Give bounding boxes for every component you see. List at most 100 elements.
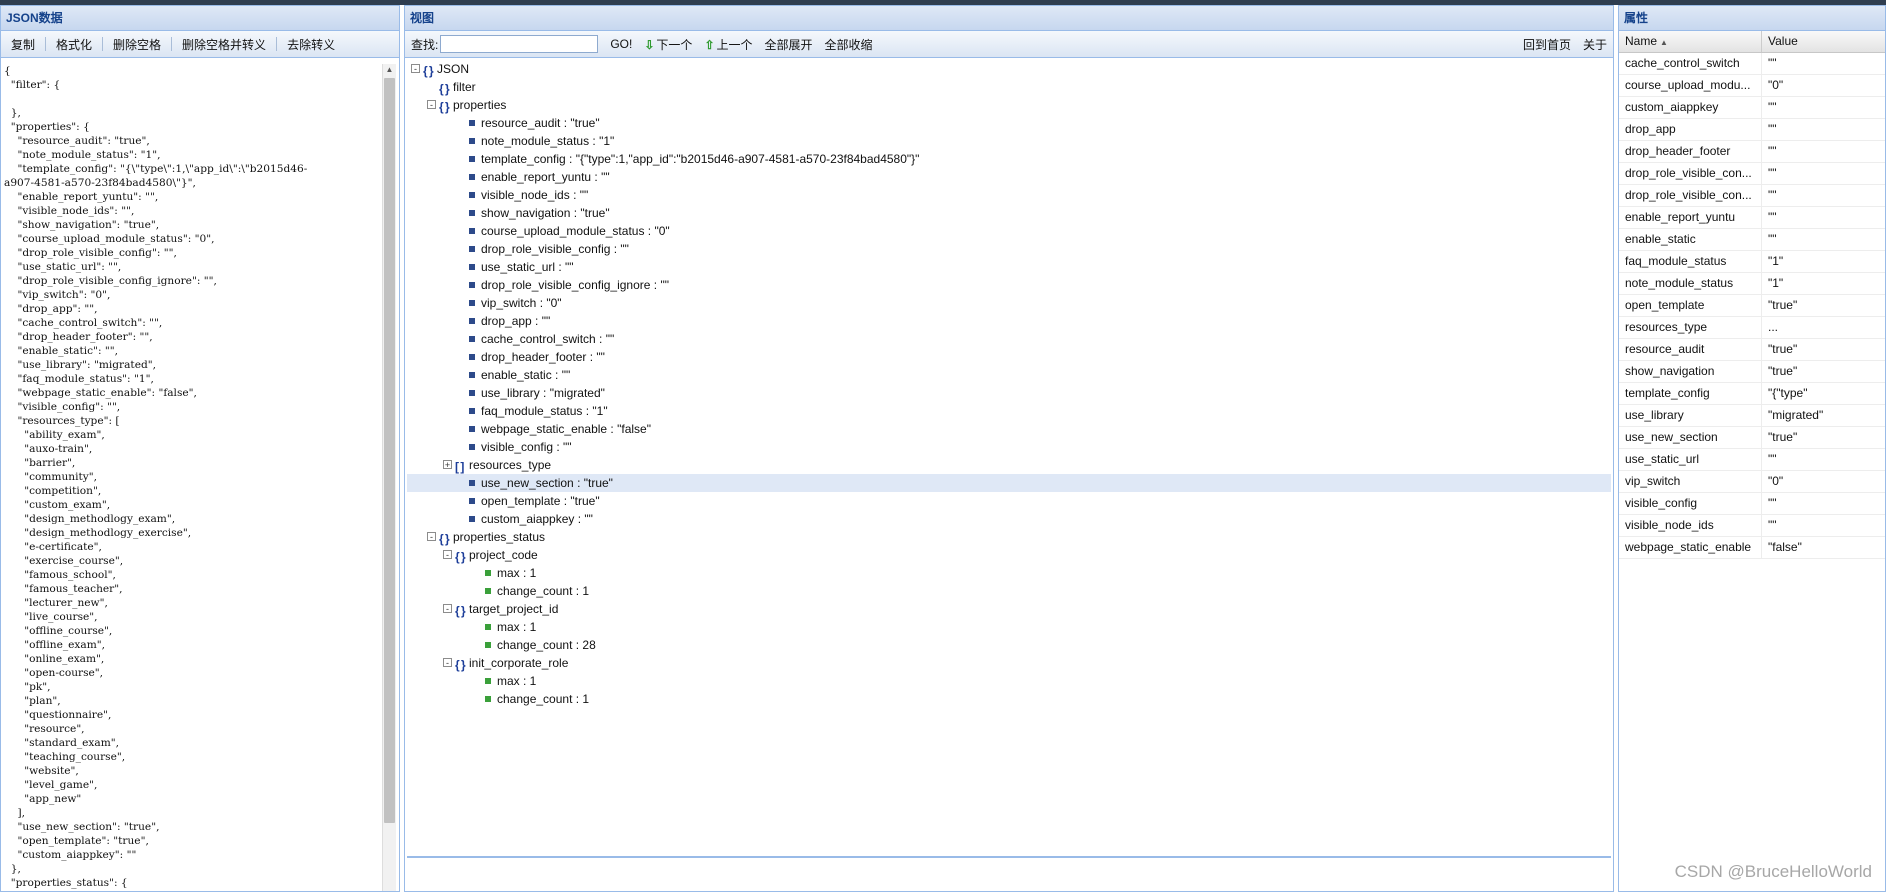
- property-row[interactable]: resources_type...: [1619, 317, 1885, 339]
- tree-leaf-node[interactable]: use_library : "migrated": [407, 384, 1611, 402]
- property-row[interactable]: resource_audit "true": [1619, 339, 1885, 361]
- property-row[interactable]: drop_role_visible_con... "": [1619, 163, 1885, 185]
- json-scrollbar[interactable]: ▲: [382, 64, 396, 891]
- property-row[interactable]: note_module_status "1": [1619, 273, 1885, 295]
- property-row[interactable]: webpage_static_enable "false": [1619, 537, 1885, 559]
- tree-leaf-node[interactable]: vip_switch : "0": [407, 294, 1611, 312]
- property-value[interactable]: "0": [1762, 471, 1783, 492]
- property-row[interactable]: drop_app "": [1619, 119, 1885, 141]
- tree-leaf-node[interactable]: show_navigation : "true": [407, 204, 1611, 222]
- property-row[interactable]: vip_switch "0": [1619, 471, 1885, 493]
- tree-leaf-node[interactable]: change_count : 28: [407, 636, 1611, 654]
- tree-branch-node[interactable]: -{ } init_corporate_role: [407, 654, 1611, 672]
- property-row[interactable]: use_library "migrated": [1619, 405, 1885, 427]
- scrollbar-thumb[interactable]: [384, 78, 395, 823]
- tree-leaf-node[interactable]: drop_header_footer : "": [407, 348, 1611, 366]
- property-value[interactable]: "false": [1762, 537, 1802, 558]
- property-value[interactable]: "{"type": [1762, 383, 1807, 404]
- property-value[interactable]: "true": [1762, 295, 1797, 316]
- property-value[interactable]: "": [1762, 97, 1777, 118]
- tree-leaf-node[interactable]: drop_role_visible_config_ignore : "": [407, 276, 1611, 294]
- property-value[interactable]: "true": [1762, 361, 1797, 382]
- tree-leaf-node[interactable]: template_config : "{"type":1,"app_id":"b…: [407, 150, 1611, 168]
- property-value[interactable]: "": [1762, 229, 1777, 250]
- tree-leaf-node[interactable]: max : 1: [407, 672, 1611, 690]
- tree-leaf-node[interactable]: note_module_status : "1": [407, 132, 1611, 150]
- tree-leaf-node[interactable]: faq_module_status : "1": [407, 402, 1611, 420]
- collapse-icon[interactable]: -: [443, 658, 452, 668]
- tree-leaf-node[interactable]: use_new_section : "true": [407, 474, 1611, 492]
- property-row[interactable]: drop_role_visible_con... "": [1619, 185, 1885, 207]
- collapse-icon[interactable]: -: [427, 100, 436, 110]
- property-row[interactable]: template_config "{"type": [1619, 383, 1885, 405]
- tree-leaf-node[interactable]: course_upload_module_status : "0": [407, 222, 1611, 240]
- property-value[interactable]: "1": [1762, 273, 1783, 294]
- property-value[interactable]: ...: [1762, 317, 1778, 338]
- property-row[interactable]: custom_aiappkey "": [1619, 97, 1885, 119]
- tree-leaf-node[interactable]: webpage_static_enable : "false": [407, 420, 1611, 438]
- property-value[interactable]: "": [1762, 53, 1777, 74]
- tree-leaf-node[interactable]: enable_static : "": [407, 366, 1611, 384]
- collapse-all-button[interactable]: 全部收缩: [819, 36, 879, 53]
- tree-branch-node[interactable]: -{ } project_code: [407, 546, 1611, 564]
- home-button[interactable]: 回到首页: [1517, 36, 1577, 53]
- collapse-icon[interactable]: -: [427, 532, 436, 542]
- property-value[interactable]: "true": [1762, 427, 1797, 448]
- tree-leaf-node[interactable]: resource_audit : "true": [407, 114, 1611, 132]
- value-column-header[interactable]: Value: [1762, 31, 1798, 52]
- format-button[interactable]: 格式化: [50, 36, 98, 53]
- property-row[interactable]: visible_node_ids "": [1619, 515, 1885, 537]
- property-row[interactable]: open_template "true": [1619, 295, 1885, 317]
- tree-leaf-node[interactable]: use_static_url : "": [407, 258, 1611, 276]
- property-value[interactable]: "true": [1762, 339, 1797, 360]
- tree-branch-node[interactable]: -{ } target_project_id: [407, 600, 1611, 618]
- remove-space-escape-button[interactable]: 删除空格并转义: [176, 36, 272, 53]
- property-value[interactable]: "": [1762, 163, 1777, 184]
- property-row[interactable]: use_static_url "": [1619, 449, 1885, 471]
- property-row[interactable]: drop_header_footer "": [1619, 141, 1885, 163]
- property-value[interactable]: "": [1762, 515, 1777, 536]
- property-value[interactable]: "": [1762, 449, 1777, 470]
- tree-leaf-node[interactable]: change_count : 1: [407, 582, 1611, 600]
- tree-leaf-node[interactable]: cache_control_switch : "": [407, 330, 1611, 348]
- tree-leaf-node[interactable]: enable_report_yuntu : "": [407, 168, 1611, 186]
- tree-leaf-node[interactable]: visible_config : "": [407, 438, 1611, 456]
- property-value[interactable]: "": [1762, 185, 1777, 206]
- tree-branch-node[interactable]: { } filter: [407, 78, 1611, 96]
- property-row[interactable]: enable_report_yuntu "": [1619, 207, 1885, 229]
- property-row[interactable]: faq_module_status "1": [1619, 251, 1885, 273]
- copy-button[interactable]: 复制: [5, 36, 41, 53]
- property-row[interactable]: cache_control_switch "": [1619, 53, 1885, 75]
- tree-leaf-node[interactable]: open_template : "true": [407, 492, 1611, 510]
- property-row[interactable]: visible_config "": [1619, 493, 1885, 515]
- property-value[interactable]: "": [1762, 119, 1777, 140]
- collapse-icon[interactable]: -: [443, 604, 452, 614]
- tree-branch-node[interactable]: -{ } JSON: [407, 60, 1611, 78]
- property-value[interactable]: "1": [1762, 251, 1783, 272]
- next-button[interactable]: ⇩ 下一个: [638, 36, 698, 53]
- property-value[interactable]: "": [1762, 207, 1777, 228]
- prev-button[interactable]: ⇧ 上一个: [698, 36, 758, 53]
- property-row[interactable]: show_navigation "true": [1619, 361, 1885, 383]
- tree-branch-node[interactable]: +[ ] resources_type: [407, 456, 1611, 474]
- property-value[interactable]: "": [1762, 493, 1777, 514]
- tree-leaf-node[interactable]: drop_role_visible_config : "": [407, 240, 1611, 258]
- unescape-button[interactable]: 去除转义: [281, 36, 341, 53]
- property-value[interactable]: "0": [1762, 75, 1783, 96]
- scroll-up-icon[interactable]: ▲: [383, 64, 396, 76]
- json-text-area[interactable]: { "filter": { }, "properties": { "resour…: [4, 64, 381, 891]
- tree-leaf-node[interactable]: custom_aiappkey : "": [407, 510, 1611, 528]
- property-value[interactable]: "migrated": [1762, 405, 1823, 426]
- tree-branch-node[interactable]: -{ } properties_status: [407, 528, 1611, 546]
- tree-branch-node[interactable]: -{ } properties: [407, 96, 1611, 114]
- collapse-icon[interactable]: -: [443, 550, 452, 560]
- tree-leaf-node[interactable]: drop_app : "": [407, 312, 1611, 330]
- property-row[interactable]: use_new_section "true": [1619, 427, 1885, 449]
- tree-leaf-node[interactable]: max : 1: [407, 564, 1611, 582]
- property-row[interactable]: course_upload_modu... "0": [1619, 75, 1885, 97]
- remove-space-button[interactable]: 删除空格: [107, 36, 167, 53]
- tree-leaf-node[interactable]: change_count : 1: [407, 690, 1611, 708]
- about-button[interactable]: 关于: [1577, 36, 1613, 53]
- name-column-header[interactable]: Name ▲: [1619, 31, 1762, 52]
- property-row[interactable]: enable_static "": [1619, 229, 1885, 251]
